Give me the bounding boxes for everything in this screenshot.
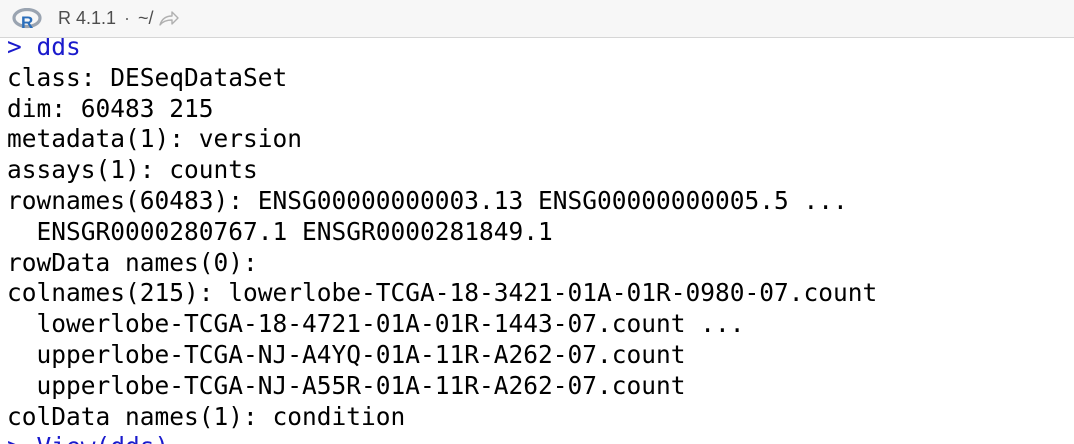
output-line: class: DESeqDataSet: [7, 62, 288, 92]
output-line: rownames(60483): ENSG00000000003.13 ENSG…: [7, 186, 848, 215]
console-output[interactable]: > dds class: DESeqDataSet dim: 60483 215…: [0, 38, 1074, 444]
output-line: rowData names(0):: [7, 247, 258, 277]
goto-directory-icon[interactable]: [158, 10, 180, 28]
output-line: dim: 60483 215: [7, 93, 214, 123]
r-version-label: R 4.1.1: [58, 8, 117, 28]
r-console-pane: R R 4.1.1 · ~/ > dds class: DESeqDataSet…: [0, 0, 1074, 444]
output-line: colData names(1): condition: [7, 401, 406, 431]
command-line-partial: > View(dds): [7, 432, 169, 444]
r-logo-icon: R: [12, 7, 42, 30]
console-header: R R 4.1.1 · ~/: [0, 0, 1074, 38]
output-line: colnames(215): lowerlobe-TCGA-18-3421-01…: [7, 278, 878, 308]
working-directory-label[interactable]: ~/: [138, 8, 154, 29]
svg-text:R: R: [21, 13, 33, 30]
output-line: lowerlobe-TCGA-18-4721-01A-01R-1443-07.c…: [7, 309, 745, 339]
output-line: ENSGR0000280767.1 ENSGR0000281849.1: [7, 216, 553, 246]
output-line: upperlobe-TCGA-NJ-A4YQ-01A-11R-A262-07.c…: [7, 340, 686, 369]
output-line: assays(1): counts: [7, 155, 258, 185]
output-line: metadata(1): version: [7, 124, 303, 154]
command-line: > dds: [7, 38, 81, 61]
header-separator: ·: [124, 8, 131, 28]
output-line: upperlobe-TCGA-NJ-A55R-01A-11R-A262-07.c…: [7, 370, 686, 400]
